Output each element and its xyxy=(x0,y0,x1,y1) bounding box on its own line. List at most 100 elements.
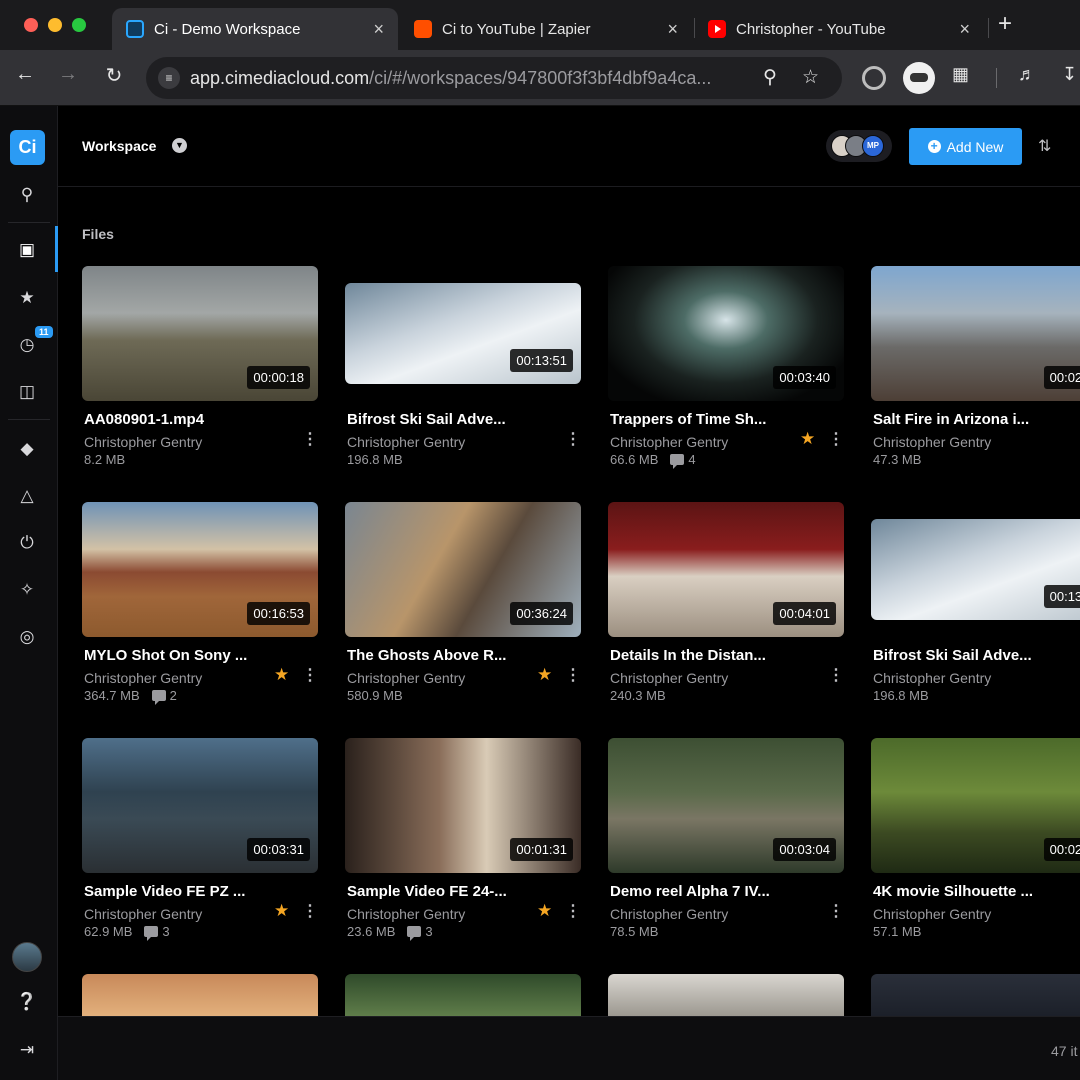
file-title[interactable]: Demo reel Alpha 7 IV... xyxy=(610,883,830,900)
video-thumbnail[interactable]: 00:01:31 xyxy=(345,738,581,873)
video-thumbnail[interactable]: 00:13:51 xyxy=(345,283,581,384)
star-icon[interactable]: ★ xyxy=(800,429,815,449)
sign-out-icon[interactable]: ⇥ xyxy=(15,1038,39,1062)
file-title[interactable]: Sample Video FE PZ ... xyxy=(84,883,304,900)
video-thumbnail[interactable]: 00:36:24 xyxy=(345,502,581,637)
video-thumbnail[interactable]: 00:03:04 xyxy=(608,738,844,873)
site-settings-icon[interactable]: ≡ xyxy=(158,67,180,89)
more-options-icon[interactable]: ⋮ xyxy=(565,901,581,921)
file-owner: Christopher Gentry xyxy=(610,906,729,922)
ci-logo[interactable]: Ci xyxy=(10,130,45,165)
video-thumbnail[interactable] xyxy=(608,974,844,1016)
forward-arrow-icon[interactable]: → xyxy=(54,63,82,86)
extensions-puzzle-icon[interactable]: ▦ xyxy=(952,64,969,85)
grammarly-extension-icon[interactable] xyxy=(862,66,886,90)
star-icon[interactable]: ★ xyxy=(274,901,289,921)
download-icon[interactable]: ↧ xyxy=(1062,64,1077,85)
help-icon[interactable]: ❔ xyxy=(15,990,39,1014)
search-icon[interactable]: ⚲ xyxy=(15,183,39,207)
user-avatar[interactable] xyxy=(12,942,42,972)
media-controls-icon[interactable]: ♬ xyxy=(1018,64,1036,85)
tab-ci-demo-workspace[interactable]: Ci - Demo Workspace × xyxy=(112,8,398,50)
file-title[interactable]: Bifrost Ski Sail Adve... xyxy=(347,411,567,428)
power-icon[interactable]: ⏻ xyxy=(15,531,39,555)
file-card[interactable]: 00:36:24 The Ghosts Above R... Christopher… xyxy=(345,502,581,712)
file-title[interactable]: Sample Video FE 24-... xyxy=(347,883,567,900)
star-icon[interactable]: ★ xyxy=(537,665,552,685)
file-title[interactable]: Salt Fire in Arizona i... xyxy=(873,411,1080,428)
video-thumbnail[interactable] xyxy=(345,974,581,1016)
back-arrow-icon[interactable]: ← xyxy=(11,63,39,86)
more-options-icon[interactable]: ⋮ xyxy=(302,429,318,449)
more-options-icon[interactable]: ⋮ xyxy=(828,901,844,921)
file-title[interactable]: Details In the Distan... xyxy=(610,647,830,664)
file-title[interactable]: 4K movie Silhouette ... xyxy=(873,883,1080,900)
close-icon[interactable]: × xyxy=(667,19,678,40)
video-thumbnail[interactable] xyxy=(871,974,1080,1016)
file-title[interactable]: Trappers of Time Sh... xyxy=(610,411,830,428)
video-thumbnail[interactable]: 00:03:40 xyxy=(608,266,844,401)
comment-icon xyxy=(144,926,159,941)
file-card[interactable]: 00:16:53 MYLO Shot On Sony ... Christopher… xyxy=(82,502,318,712)
workspace-title[interactable]: Workspace xyxy=(82,138,156,154)
url-text[interactable]: app.cimediacloud.com/ci/#/workspaces/947… xyxy=(190,68,711,89)
folder-icon[interactable]: ▣ xyxy=(15,238,39,262)
tab-youtube[interactable]: Christopher - YouTube × xyxy=(694,8,984,50)
file-card[interactable]: 00:02:3 Salt Fire in Arizona i... Christop… xyxy=(871,266,1080,476)
video-thumbnail[interactable]: 00:00:18 xyxy=(82,266,318,401)
more-options-icon[interactable]: ⋮ xyxy=(565,429,581,449)
close-icon[interactable]: × xyxy=(959,19,970,40)
comment-icon xyxy=(151,690,166,705)
star-icon[interactable]: ★ xyxy=(15,286,39,310)
video-thumbnail[interactable] xyxy=(82,974,318,1016)
more-options-icon[interactable]: ⋮ xyxy=(828,665,844,685)
target-icon[interactable]: ◎ xyxy=(15,625,39,649)
file-title[interactable]: AA080901-1.mp4 xyxy=(84,411,304,428)
window-minimize-button[interactable] xyxy=(48,18,62,32)
video-thumbnail[interactable]: 00:16:53 xyxy=(82,502,318,637)
sort-icon[interactable]: ⇅ xyxy=(1038,136,1051,156)
cloud-drive-icon[interactable]: △ xyxy=(15,484,39,508)
star-icon[interactable]: ★ xyxy=(274,665,289,685)
file-title[interactable]: Bifrost Ski Sail Adve... xyxy=(873,647,1080,664)
reload-icon[interactable]: ↻ xyxy=(100,63,128,88)
file-card[interactable]: 00:04:01 Details In the Distan... Christop… xyxy=(608,502,844,712)
bookmark-star-icon[interactable]: ☆ xyxy=(802,66,819,89)
file-card[interactable]: 00:13:5 Bifrost Ski Sail Adve... Christoph… xyxy=(871,502,1080,712)
video-thumbnail[interactable]: 00:04:01 xyxy=(608,502,844,637)
star-icon[interactable]: ★ xyxy=(537,901,552,921)
close-icon[interactable]: × xyxy=(373,19,384,40)
file-card[interactable]: 00:00:18 AA080901-1.mp4 Christopher Gentry… xyxy=(82,266,318,476)
address-bar[interactable]: ≡ app.cimediacloud.com/ci/#/workspaces/9… xyxy=(146,57,842,99)
chevron-down-icon[interactable]: ▼ xyxy=(172,138,187,153)
sparkle-icon[interactable]: ✧ xyxy=(15,578,39,602)
window-close-button[interactable] xyxy=(24,18,38,32)
file-card[interactable]: 00:03:31 Sample Video FE PZ ... Christophe… xyxy=(82,738,318,948)
file-card[interactable]: 00:13:51 Bifrost Ski Sail Adve... Christop… xyxy=(345,266,581,476)
member-avatars[interactable]: MP xyxy=(826,130,892,162)
window-zoom-button[interactable] xyxy=(72,18,86,32)
tab-separator xyxy=(988,18,989,38)
more-options-icon[interactable]: ⋮ xyxy=(565,665,581,685)
more-options-icon[interactable]: ⋮ xyxy=(302,665,318,685)
file-owner: Christopher Gentry xyxy=(873,906,992,922)
video-thumbnail[interactable]: 00:03:31 xyxy=(82,738,318,873)
cube-icon[interactable]: ◆ xyxy=(15,437,39,461)
file-card[interactable]: 00:01:31 Sample Video FE 24-... Christophe… xyxy=(345,738,581,948)
file-card[interactable]: 00:02:0 4K movie Silhouette ... Christophe… xyxy=(871,738,1080,948)
video-thumbnail[interactable]: 00:02:3 xyxy=(871,266,1080,401)
add-new-button[interactable]: + Add New xyxy=(909,128,1022,165)
profile-avatar-icon[interactable] xyxy=(903,62,935,94)
trash-icon[interactable]: ◫ xyxy=(15,380,39,404)
video-thumbnail[interactable]: 00:13:5 xyxy=(871,519,1080,620)
file-title[interactable]: The Ghosts Above R... xyxy=(347,647,567,664)
file-title[interactable]: MYLO Shot On Sony ... xyxy=(84,647,304,664)
tab-zapier[interactable]: Ci to YouTube | Zapier × xyxy=(400,8,692,50)
file-card[interactable]: 00:03:40 Trappers of Time Sh... Christophe… xyxy=(608,266,844,476)
more-options-icon[interactable]: ⋮ xyxy=(828,429,844,449)
more-options-icon[interactable]: ⋮ xyxy=(302,901,318,921)
zoom-icon[interactable]: ⚲ xyxy=(763,66,777,89)
video-thumbnail[interactable]: 00:02:0 xyxy=(871,738,1080,873)
file-card[interactable]: 00:03:04 Demo reel Alpha 7 IV... Christoph… xyxy=(608,738,844,948)
new-tab-button[interactable]: + xyxy=(998,10,1012,38)
